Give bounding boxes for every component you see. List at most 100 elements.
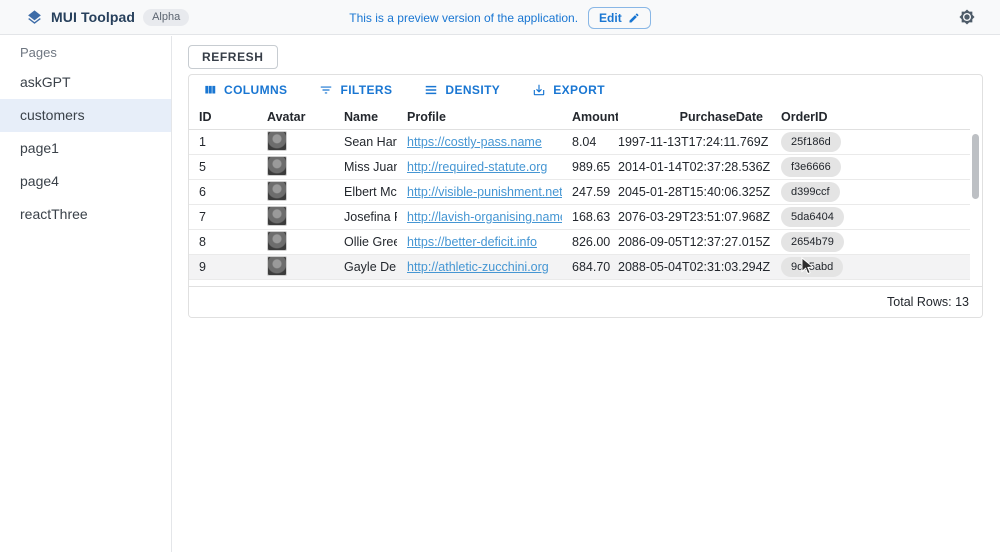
table-row[interactable]: 9 Gayle Den... http://athletic-zucchini.… [189, 255, 970, 280]
cell-profile: https://costly-pass.name [397, 135, 562, 149]
columns-button-label: COLUMNS [224, 83, 287, 97]
column-header-purchasedate[interactable]: PurchaseDate [618, 110, 771, 124]
edit-button-label: Edit [599, 11, 622, 25]
column-header-id[interactable]: ID [189, 110, 257, 124]
cell-avatar [257, 206, 334, 229]
table-row[interactable]: 5 Miss Juan ... http://required-statute.… [189, 155, 970, 180]
profile-link[interactable]: http://visible-punishment.net [407, 185, 562, 199]
profile-link[interactable]: http://required-statute.org [407, 160, 547, 174]
density-button[interactable]: DENSITY [420, 81, 504, 99]
cell-purchase-date: 2045-01-28T15:40:06.325Z [618, 185, 771, 199]
column-header-amount[interactable]: Amount [562, 110, 618, 124]
sidebar-item[interactable]: page1 [0, 132, 171, 165]
sidebar-item[interactable]: page4 [0, 165, 171, 198]
export-button[interactable]: EXPORT [528, 81, 609, 99]
filters-button-label: FILTERS [340, 83, 392, 97]
brand: MUI Toolpad Alpha [0, 9, 189, 26]
cell-order-id: d399ccf [771, 182, 970, 202]
cell-amount: 247.59 [562, 185, 618, 199]
sidebar-item[interactable]: reactThree [0, 198, 171, 231]
theme-toggle-button[interactable] [956, 7, 978, 29]
cell-purchase-date: 2014-01-14T02:37:28.536Z [618, 160, 771, 174]
cell-amount: 168.63 [562, 210, 618, 224]
cell-name: Gayle Den... [334, 260, 397, 274]
app-title: MUI Toolpad [51, 9, 135, 25]
sidebar-section-label: Pages [0, 36, 171, 66]
order-id-chip: 5da6404 [781, 207, 844, 227]
cell-id: 6 [189, 185, 257, 199]
cell-id: 9 [189, 260, 257, 274]
column-header-profile[interactable]: Profile [397, 110, 562, 124]
sidebar-item[interactable]: customers [0, 99, 171, 132]
cell-amount: 684.70 [562, 260, 618, 274]
view-columns-icon [203, 83, 217, 97]
columns-button[interactable]: COLUMNS [199, 81, 291, 99]
cell-purchase-date: 2086-09-05T12:37:27.015Z [618, 235, 771, 249]
cell-avatar [257, 156, 334, 179]
cell-order-id: 25f186d [771, 132, 970, 152]
profile-link[interactable]: https://costly-pass.name [407, 135, 542, 149]
download-icon [532, 83, 546, 97]
filters-button[interactable]: FILTERS [315, 81, 396, 99]
sidebar-item-label: askGPT [20, 74, 71, 90]
profile-link[interactable]: http://athletic-zucchini.org [407, 260, 549, 274]
cell-name: Ollie Green... [334, 235, 397, 249]
order-id-chip: 25f186d [781, 132, 841, 152]
refresh-button[interactable]: REFRESH [188, 45, 278, 69]
grid-footer: Total Rows: 13 [189, 286, 982, 317]
table-row[interactable]: 6 Elbert McL... http://visible-punishmen… [189, 180, 970, 205]
cell-name: Miss Juan ... [334, 160, 397, 174]
cell-avatar [257, 231, 334, 254]
cell-order-id: 5da6404 [771, 207, 970, 227]
sidebar-nav: askGPT customers page1 page4 reactThree [0, 66, 171, 231]
cell-order-id: 2654b79 [771, 232, 970, 252]
column-header-name[interactable]: Name [334, 110, 397, 124]
sidebar-item-label: reactThree [20, 206, 88, 222]
pencil-icon [628, 12, 640, 24]
cell-avatar [257, 131, 334, 154]
grid-rows: 1 Sean Harris https://costly-pass.name 8… [189, 130, 970, 280]
edit-button[interactable]: Edit [588, 7, 651, 29]
column-header-orderid[interactable]: OrderID [771, 110, 970, 124]
total-rows: Total Rows: 13 [887, 295, 969, 309]
cell-purchase-date: 1997-11-13T17:24:11.769Z [618, 135, 771, 149]
avatar [267, 231, 287, 251]
cell-amount: 826.00 [562, 235, 618, 249]
cell-id: 7 [189, 210, 257, 224]
sidebar-item-label: customers [20, 107, 85, 123]
main-content: REFRESH COLUMNS FILTERS [172, 36, 1000, 552]
cell-purchase-date: 2076-03-29T23:51:07.968Z [618, 210, 771, 224]
profile-link[interactable]: http://lavish-organising.name [407, 210, 562, 224]
export-button-label: EXPORT [553, 83, 605, 97]
cell-profile: http://lavish-organising.name [397, 210, 562, 224]
table-row[interactable]: 7 Josefina P... http://lavish-organising… [189, 205, 970, 230]
order-id-chip: 2654b79 [781, 232, 844, 252]
cell-amount: 989.65 [562, 160, 618, 174]
app-root: MUI Toolpad Alpha This is a preview vers… [0, 0, 1000, 552]
cell-name: Josefina P... [334, 210, 397, 224]
cell-profile: http://athletic-zucchini.org [397, 260, 562, 274]
profile-link[interactable]: https://better-deficit.info [407, 235, 537, 249]
avatar [267, 206, 287, 226]
cell-purchase-date: 2088-05-04T02:31:03.294Z [618, 260, 771, 274]
sidebar: Pages askGPT customers page1 page4 react… [0, 36, 172, 552]
grid-header-row: ID Avatar Name Profile Amount PurchaseDa… [189, 104, 970, 130]
cell-name: Sean Harris [334, 135, 397, 149]
cell-order-id: f3e6666 [771, 157, 970, 177]
order-id-chip: 9dc5abd [781, 257, 843, 277]
order-id-chip: f3e6666 [781, 157, 841, 177]
table-row[interactable]: 8 Ollie Green... https://better-deficit.… [189, 230, 970, 255]
sun-icon [959, 9, 975, 25]
sidebar-item-label: page4 [20, 173, 59, 189]
avatar [267, 256, 287, 276]
column-header-avatar[interactable]: Avatar [257, 110, 334, 124]
density-lines-icon [424, 83, 438, 97]
cell-amount: 8.04 [562, 135, 618, 149]
sidebar-item[interactable]: askGPT [0, 66, 171, 99]
cell-profile: http://visible-punishment.net [397, 185, 562, 199]
avatar [267, 131, 287, 151]
vertical-scrollbar[interactable] [972, 134, 979, 199]
table-row[interactable]: 1 Sean Harris https://costly-pass.name 8… [189, 130, 970, 155]
cell-order-id: 9dc5abd [771, 257, 970, 277]
density-button-label: DENSITY [445, 83, 500, 97]
